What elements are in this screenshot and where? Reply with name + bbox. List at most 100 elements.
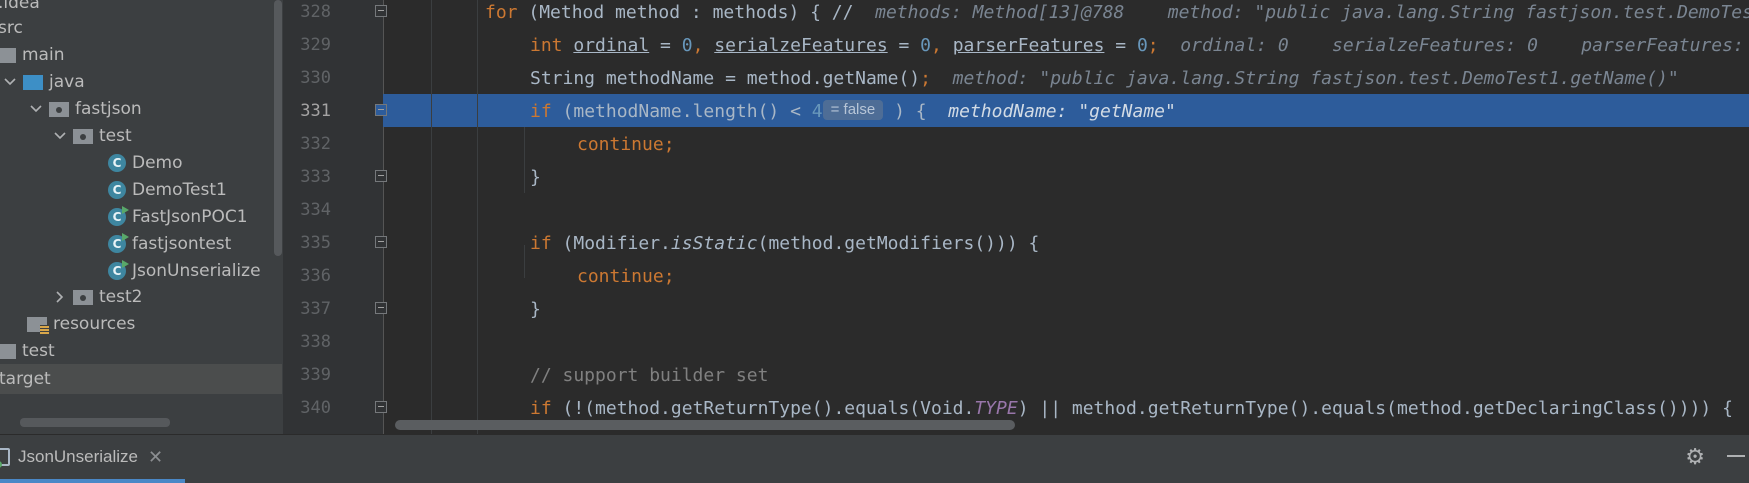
tree-item-label: JsonUnserialize <box>132 261 261 281</box>
indent-guide <box>524 245 525 278</box>
tree-item-label: fastjson <box>75 99 142 119</box>
run-config-tab[interactable]: JsonUnserialize ✕ <box>0 435 185 483</box>
code-line-335[interactable]: if (Modifier.isStatic(method.getModifier… <box>530 227 1749 260</box>
chevron-down-icon[interactable] <box>3 75 17 89</box>
code-line-336[interactable]: continue; <box>577 260 1749 293</box>
keyword: for <box>485 2 518 23</box>
code-text: ) { <box>883 101 938 122</box>
tree-item-main[interactable]: main <box>0 40 283 70</box>
line-number: 339 <box>300 365 331 385</box>
code-line-331[interactable]: if (methodName.length() < 4 = false ) { m… <box>530 95 1749 128</box>
debugger-inline-values: methods: Method[13]@788 method: "public … <box>875 2 1749 23</box>
code-text: (Modifier. <box>551 233 671 254</box>
class-icon: C <box>108 181 126 199</box>
tree-item-resources[interactable]: resources <box>0 309 283 339</box>
indent-guide <box>477 0 478 434</box>
debugger-inline-values: methodName: "getName" <box>937 101 1176 122</box>
editor-gutter[interactable]: 328 329 330 331 332 333 334 335 336 337 … <box>283 0 384 434</box>
code-text: (method.getModifiers())) { <box>757 233 1040 254</box>
keyword: if <box>530 233 552 254</box>
variable: ordinal <box>573 35 650 56</box>
tree-item-label: main <box>22 45 65 65</box>
line-number: 333 <box>300 167 331 187</box>
tree-vertical-scrollbar[interactable] <box>274 0 282 256</box>
number-literal: 0 <box>681 35 693 56</box>
code-text: = <box>1104 35 1137 56</box>
tree-item-fastjson[interactable]: fastjson <box>0 94 283 124</box>
code-line-329[interactable]: int ordinal = 0, serialzeFeatures = 0, p… <box>530 29 1749 62</box>
code-line-332[interactable]: continue; <box>577 128 1749 161</box>
inline-evaluation-chip[interactable]: = false <box>822 100 884 120</box>
code-text: } <box>530 167 541 188</box>
tree-item-target[interactable]: target <box>0 364 282 394</box>
package-icon <box>73 289 93 305</box>
indent-guide <box>431 0 432 434</box>
code-line-337[interactable]: } <box>530 293 1749 326</box>
runnable-class-icon: C <box>108 260 129 280</box>
keyword: int <box>530 35 563 56</box>
runnable-class-icon: C <box>108 233 129 253</box>
punctuation: , <box>692 35 715 56</box>
minimize-icon[interactable] <box>1727 455 1745 457</box>
code-text: } <box>530 299 541 320</box>
code-text: String methodName = method.getName() <box>530 68 921 89</box>
tree-item-src[interactable]: src <box>0 13 281 43</box>
tree-horizontal-scrollbar[interactable] <box>20 418 170 427</box>
code-text: (!(method.getReturnType().equals(Void. <box>551 398 975 419</box>
indent-guide <box>524 127 525 193</box>
tree-item-test-root[interactable]: test <box>0 336 283 366</box>
code-editor[interactable]: for (Method method : methods) { // metho… <box>384 0 1749 434</box>
close-icon[interactable]: ✕ <box>148 447 163 468</box>
line-number: 335 <box>300 233 331 253</box>
tree-item-label: resources <box>53 314 136 334</box>
code-line-339[interactable]: // support builder set <box>530 359 1749 392</box>
punctuation: ; <box>1147 35 1159 56</box>
line-number: 334 <box>300 200 331 220</box>
package-icon <box>73 128 93 144</box>
line-number: 332 <box>300 134 331 154</box>
code-line-328[interactable]: for (Method method : methods) { // metho… <box>485 0 1749 29</box>
variable: parserFeatures <box>952 35 1105 56</box>
tree-item-label: fastjsontest <box>132 234 232 254</box>
chevron-down-icon[interactable] <box>29 102 43 116</box>
code-text: (methodName.length() < <box>551 101 812 122</box>
line-number: 336 <box>300 266 331 286</box>
variable: serialzeFeatures <box>714 35 888 56</box>
code-text: ) || method.getReturnType().equals(metho… <box>1017 398 1733 419</box>
line-number: 338 <box>300 332 331 352</box>
code-line-330[interactable]: String methodName = method.getName(); me… <box>530 62 1749 95</box>
keyword: if <box>530 398 552 419</box>
number-literal: 4 <box>811 101 823 122</box>
debugger-inline-values: method: "public java.lang.String fastjso… <box>930 68 1679 89</box>
project-tree-panel: .idea src main java fastjson test C Demo… <box>0 0 283 434</box>
keyword: continue <box>577 266 664 287</box>
tree-item-fastjsontest[interactable]: C fastjsontest <box>0 229 283 259</box>
tree-item-test[interactable]: test <box>0 121 283 151</box>
chevron-down-icon[interactable] <box>53 129 67 143</box>
run-config-tab-label: JsonUnserialize <box>18 447 138 466</box>
number-literal: 0 <box>920 35 932 56</box>
static-constant: TYPE <box>974 398 1018 419</box>
line-number: 330 <box>300 68 331 88</box>
tree-item-fastjsonpoc1[interactable]: C FastJsonPOC1 <box>0 202 283 232</box>
tree-item-label: DemoTest1 <box>132 180 227 200</box>
tree-item-demotest1[interactable]: C DemoTest1 <box>0 175 283 205</box>
chevron-right-icon[interactable] <box>53 290 67 304</box>
code-text: = <box>887 35 921 56</box>
punctuation: ; <box>920 68 931 89</box>
keyword: if <box>530 101 552 122</box>
tree-item-label: FastJsonPOC1 <box>132 207 248 227</box>
tree-item-demo[interactable]: C Demo <box>0 148 283 178</box>
code-comment: // support builder set <box>530 365 769 386</box>
static-method-call: isStatic <box>670 233 758 254</box>
tree-item-java[interactable]: java <box>0 67 283 97</box>
folder-icon <box>0 343 16 359</box>
tree-item-test2[interactable]: test2 <box>0 282 283 312</box>
code-line-333[interactable]: } <box>530 161 1749 194</box>
gear-icon[interactable]: ⚙ <box>1685 445 1705 470</box>
tree-item-label: .idea <box>0 0 40 13</box>
debugger-inline-values: ordinal: 0 serialzeFeatures: 0 parserFea… <box>1158 35 1749 56</box>
line-number-current: 331 <box>300 101 331 121</box>
editor-horizontal-scrollbar[interactable] <box>395 420 1015 430</box>
class-icon: C <box>108 154 126 172</box>
